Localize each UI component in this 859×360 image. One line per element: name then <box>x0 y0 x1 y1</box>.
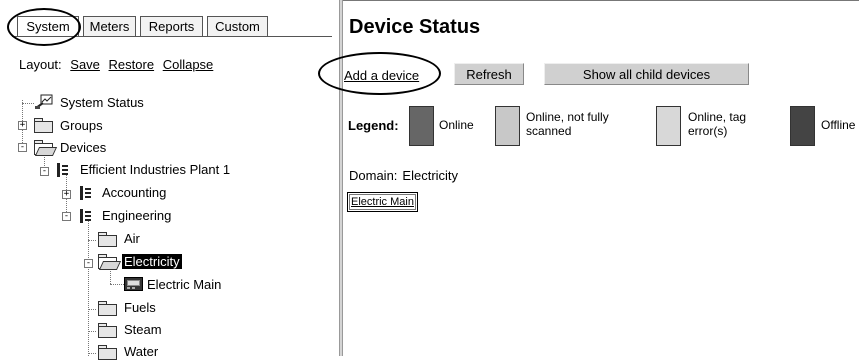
tree-item-accounting[interactable]: Accounting <box>102 185 166 200</box>
legend-swatch-tag-error <box>656 106 681 146</box>
show-all-child-devices-button[interactable]: Show all child devices <box>544 63 749 85</box>
tree-item-steam[interactable]: Steam <box>124 322 162 337</box>
navigation-pane: System Meters Reports Custom Layout: Sav… <box>0 0 340 360</box>
tab-system-label: System <box>26 19 70 34</box>
show-all-child-devices-label: Show all child devices <box>582 66 711 82</box>
tab-reports-label: Reports <box>148 19 195 34</box>
page-title: Device Status <box>349 16 481 38</box>
tab-meters[interactable]: Meters <box>83 16 136 37</box>
tab-system[interactable]: System <box>17 16 79 37</box>
refresh-button-label: Refresh <box>466 66 512 82</box>
tree-connector <box>110 268 111 284</box>
tab-meters-label: Meters <box>89 19 130 34</box>
add-device-link[interactable]: Add a device <box>344 68 419 83</box>
legend-label: Legend: <box>348 118 399 133</box>
tree-connector <box>88 331 96 332</box>
tree-item-plant[interactable]: Efficient Industries Plant 1 <box>80 162 230 177</box>
tree-item-electric-main[interactable]: Electric Main <box>147 277 221 292</box>
domain-label: Domain: <box>349 168 398 183</box>
device-chip-electric-main[interactable]: Electric Main <box>347 192 418 212</box>
tree-connector <box>88 353 96 354</box>
tree-connector <box>22 103 34 104</box>
expand-groups-icon[interactable]: + <box>18 121 27 130</box>
tree-item-engineering[interactable]: Engineering <box>102 208 171 223</box>
refresh-button[interactable]: Refresh <box>454 63 524 85</box>
legend-text-not-fully-scanned: Online, not fully scanned <box>526 110 609 138</box>
legend-swatch-online <box>409 106 434 146</box>
domain-value: Electricity <box>402 168 459 183</box>
tree-item-devices[interactable]: Devices <box>60 140 106 155</box>
layout-toolbar: Layout: Save Restore Collapse <box>19 57 213 72</box>
legend-text-tag-error: Online, tag error(s) <box>688 110 747 138</box>
tab-reports[interactable]: Reports <box>140 16 203 37</box>
tab-custom-label: Custom <box>215 19 260 34</box>
domain-line: Domain: Electricity <box>349 168 458 183</box>
layout-collapse-link[interactable]: Collapse <box>163 57 214 72</box>
collapse-devices-icon[interactable]: - <box>18 143 27 152</box>
tree-item-electricity-label: Electricity <box>122 254 182 269</box>
tab-custom[interactable]: Custom <box>207 16 268 37</box>
hierarchy-engineering-icon <box>80 209 92 223</box>
tab-strip-border <box>12 36 332 37</box>
expand-accounting-icon[interactable]: + <box>62 190 71 199</box>
meter-device-icon <box>124 277 143 291</box>
tree-connector <box>88 221 89 356</box>
collapse-plant-icon[interactable]: - <box>40 167 49 176</box>
tree-item-fuels[interactable]: Fuels <box>124 300 156 315</box>
legend-swatch-offline <box>790 106 815 146</box>
tree-connector <box>88 309 96 310</box>
tree-connector <box>88 240 96 241</box>
tree-item-water[interactable]: Water <box>124 344 158 359</box>
collapse-electricity-icon[interactable]: - <box>84 259 93 268</box>
legend-swatch-not-fully-scanned <box>495 106 520 146</box>
tree-item-groups[interactable]: Groups <box>60 118 103 133</box>
collapse-engineering-icon[interactable]: - <box>62 212 71 221</box>
layout-save-link[interactable]: Save <box>70 57 100 72</box>
legend-text-online: Online <box>439 118 474 132</box>
legend-text-offline: Offline <box>821 118 856 132</box>
system-status-icon[interactable] <box>34 94 54 110</box>
tree-item-electricity[interactable]: Electricity <box>122 254 182 269</box>
layout-restore-link[interactable]: Restore <box>109 57 155 72</box>
hierarchy-accounting-icon <box>80 186 92 200</box>
hierarchy-plant-icon <box>57 163 69 177</box>
tree-connector <box>110 284 124 285</box>
tree-item-system-status[interactable]: System Status <box>60 95 144 110</box>
tree-item-air[interactable]: Air <box>124 231 140 246</box>
layout-label: Layout: <box>19 57 62 72</box>
